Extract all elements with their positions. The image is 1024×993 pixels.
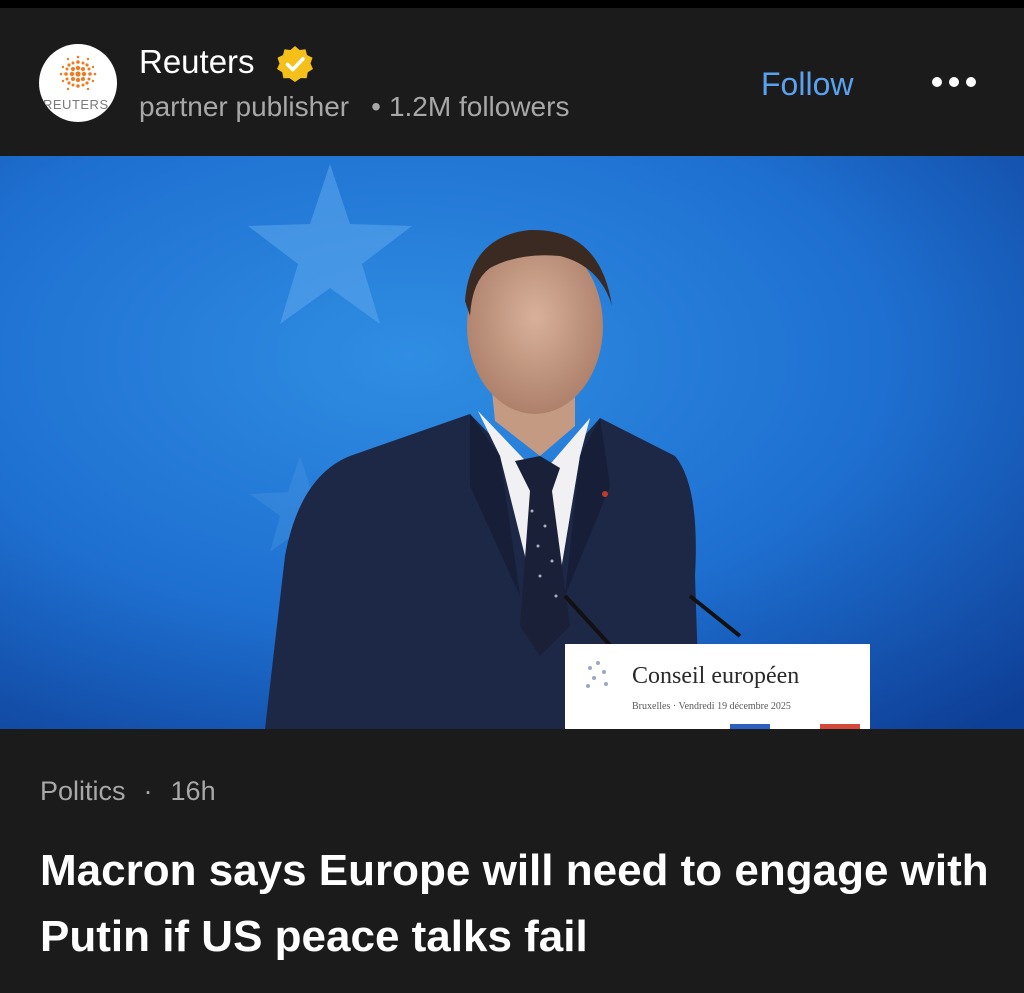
publisher-meta: partner publisher • 1.2M followers [139,90,569,124]
category-label[interactable]: Politics [40,776,126,806]
meta-separator: · [143,776,153,806]
post-header: REUTERS Reuters partner publisher • 1.2M f… [0,8,1024,156]
meta-separator: • [371,91,381,122]
status-strip [0,0,1024,8]
verified-check-icon [277,46,313,82]
publisher-name[interactable]: Reuters [139,42,255,82]
article-meta: Politics · 16h [40,773,216,809]
publisher-subtitle: partner publisher [139,91,350,122]
podium-sign-text: Conseil européen [632,663,799,689]
hero-photo: Conseil européen Bruxelles · Vendredi 19… [0,156,1024,729]
article-headline[interactable]: Macron says Europe will need to engage w… [40,838,1000,970]
reuters-logo-text: REUTERS [43,97,109,112]
follower-count: 1.2M followers [388,91,570,122]
podium-sign-subtext: Bruxelles · Vendredi 19 décembre 2025 [632,701,791,712]
post-age: 16h [170,776,216,806]
article-image[interactable]: Conseil européen Bruxelles · Vendredi 19… [0,156,1024,729]
publisher-avatar[interactable]: REUTERS [39,44,117,122]
follow-button[interactable]: Follow [761,64,853,104]
more-dots-icon[interactable] [928,70,980,94]
